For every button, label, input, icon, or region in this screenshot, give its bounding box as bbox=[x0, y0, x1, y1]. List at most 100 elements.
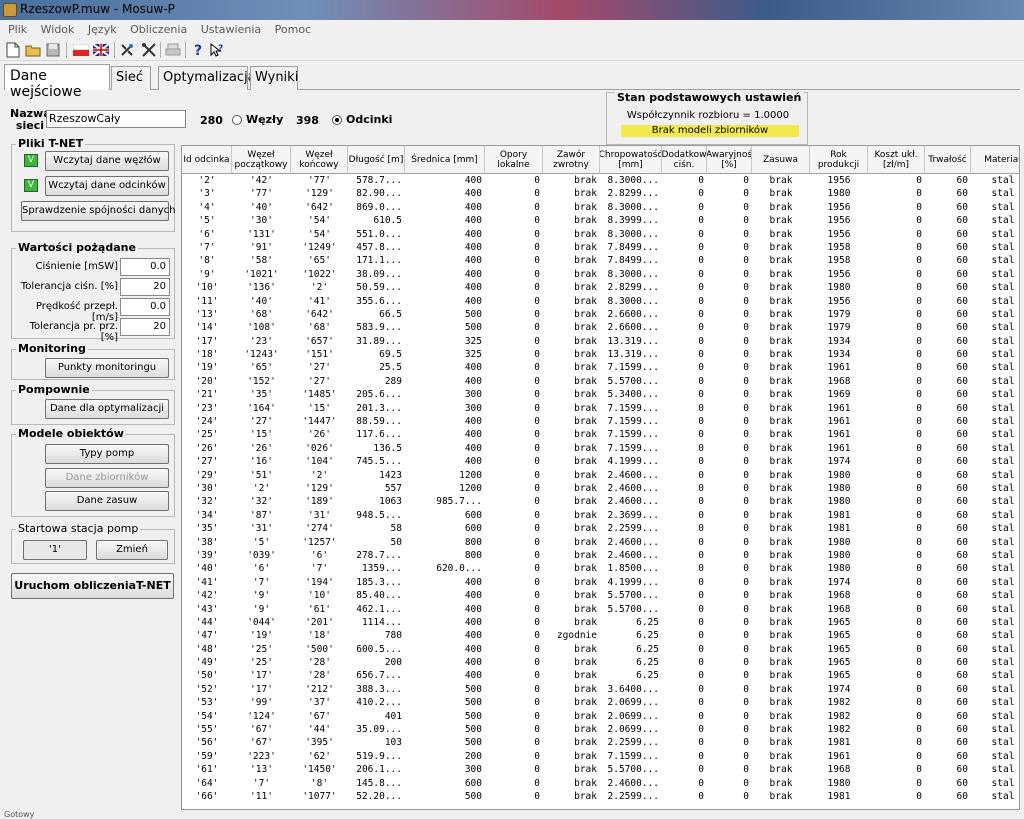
table-cell[interactable]: 145.8... bbox=[348, 777, 405, 790]
table-row[interactable]: '66' '11' '1077' 52.20... 500 0 brak 2.2599... 0… bbox=[182, 790, 1019, 803]
table-cell[interactable]: 103 bbox=[348, 736, 405, 749]
menu-jezyk[interactable]: Język bbox=[83, 20, 122, 39]
table-cell[interactable]: '35' bbox=[232, 388, 291, 401]
table-cell[interactable]: 0 bbox=[707, 201, 752, 214]
table-cell[interactable]: stal bbox=[971, 281, 1019, 294]
table-cell[interactable]: stal bbox=[971, 576, 1019, 589]
table-cell[interactable]: 0 bbox=[485, 228, 543, 241]
table-cell[interactable]: 0 bbox=[485, 750, 543, 763]
table-cell[interactable]: brak bbox=[543, 696, 600, 709]
table-cell[interactable]: '026' bbox=[291, 442, 348, 455]
column-header[interactable]: Id odcinka bbox=[182, 146, 232, 174]
table-cell[interactable]: 0 bbox=[485, 603, 543, 616]
table-cell[interactable]: brak bbox=[752, 562, 810, 575]
table-cell[interactable]: 0 bbox=[485, 643, 543, 656]
table-cell[interactable]: '34' bbox=[182, 509, 232, 522]
table-cell[interactable]: stal bbox=[971, 469, 1019, 482]
segments-table[interactable]: Id odcinka Węzeł początkowy Węzeł końcowy D… bbox=[181, 145, 1020, 810]
table-row[interactable]: '34' '87' '31' 948.5... 600 0 brak 2.3699... 0 0 b… bbox=[182, 509, 1019, 522]
table-cell[interactable]: '41' bbox=[182, 576, 232, 589]
table-cell[interactable]: 600 bbox=[405, 522, 485, 535]
table-cell[interactable]: brak bbox=[543, 509, 600, 522]
table-cell[interactable]: '13' bbox=[232, 763, 291, 776]
table-cell[interactable]: 1.8500... bbox=[600, 562, 662, 575]
table-cell[interactable]: 0 bbox=[868, 201, 925, 214]
column-header[interactable]: Węzeł początkowy bbox=[232, 146, 291, 174]
table-cell[interactable]: 0 bbox=[662, 308, 707, 321]
table-cell[interactable]: 0 bbox=[662, 321, 707, 334]
table-cell[interactable]: '65' bbox=[291, 254, 348, 267]
table-cell[interactable]: 400 bbox=[405, 603, 485, 616]
menu-pomoc[interactable]: Pomoc bbox=[270, 20, 316, 39]
table-cell[interactable]: brak bbox=[752, 536, 810, 549]
table-cell[interactable]: 6.25 bbox=[600, 629, 662, 642]
table-cell[interactable]: 0 bbox=[707, 576, 752, 589]
table-cell[interactable]: stal bbox=[971, 536, 1019, 549]
table-cell[interactable]: 0 bbox=[868, 174, 925, 187]
table-cell[interactable]: 60 bbox=[925, 241, 971, 254]
table-cell[interactable]: brak bbox=[543, 254, 600, 267]
table-cell[interactable]: 0 bbox=[707, 643, 752, 656]
table-cell[interactable]: brak bbox=[752, 589, 810, 602]
table-cell[interactable]: 300 bbox=[405, 402, 485, 415]
column-header[interactable]: Zawór zwrotny bbox=[543, 146, 600, 174]
table-cell[interactable]: 1965 bbox=[810, 669, 868, 682]
table-cell[interactable]: stal bbox=[971, 187, 1019, 200]
table-cell[interactable]: 6.25 bbox=[600, 656, 662, 669]
table-row[interactable]: '32' '32' '189' 1063 985.7... 0 brak 2.4600... 0… bbox=[182, 495, 1019, 508]
table-cell[interactable]: '13' bbox=[182, 308, 232, 321]
table-cell[interactable]: 0 bbox=[707, 228, 752, 241]
table-cell[interactable]: '43' bbox=[182, 603, 232, 616]
table-cell[interactable]: brak bbox=[752, 509, 810, 522]
table-row[interactable]: '44' '044' '201' 1114... 400 0 brak 6.25 0 0 brak 1… bbox=[182, 616, 1019, 629]
table-cell[interactable]: brak bbox=[543, 777, 600, 790]
table-cell[interactable]: 0 bbox=[485, 268, 543, 281]
table-cell[interactable]: 400 bbox=[405, 254, 485, 267]
table-cell[interactable]: '129' bbox=[291, 482, 348, 495]
table-row[interactable]: '13' '68' '642' 66.5 500 0 brak 2.6600... 0 0 brak… bbox=[182, 308, 1019, 321]
table-cell[interactable]: stal bbox=[971, 455, 1019, 468]
table-cell[interactable]: brak bbox=[543, 750, 600, 763]
table-cell[interactable]: 0 bbox=[707, 321, 752, 334]
network-tool-icon[interactable] bbox=[118, 41, 136, 59]
table-cell[interactable]: 1968 bbox=[810, 375, 868, 388]
table-cell[interactable]: brak bbox=[543, 348, 600, 361]
table-cell[interactable]: 1982 bbox=[810, 710, 868, 723]
table-row[interactable]: '61' '13' '1450' 206.1... 300 0 brak 5.5700... 0… bbox=[182, 763, 1019, 776]
table-cell[interactable]: brak bbox=[752, 254, 810, 267]
table-cell[interactable]: 60 bbox=[925, 402, 971, 415]
table-cell[interactable]: 0 bbox=[868, 428, 925, 441]
table-cell[interactable]: 50.59... bbox=[348, 281, 405, 294]
table-cell[interactable]: '66' bbox=[182, 790, 232, 803]
table-cell[interactable]: 2.4600... bbox=[600, 469, 662, 482]
table-cell[interactable]: 0 bbox=[868, 348, 925, 361]
table-cell[interactable]: 0 bbox=[662, 174, 707, 187]
table-cell[interactable]: 4.1999... bbox=[600, 455, 662, 468]
table-cell[interactable]: 0 bbox=[868, 214, 925, 227]
table-cell[interactable]: '49' bbox=[182, 656, 232, 669]
table-cell[interactable]: '1022' bbox=[291, 268, 348, 281]
table-cell[interactable]: 0 bbox=[485, 736, 543, 749]
table-cell[interactable]: 5.5700... bbox=[600, 589, 662, 602]
table-cell[interactable]: 1968 bbox=[810, 589, 868, 602]
valves-data-button[interactable]: Dane zasuw bbox=[45, 491, 169, 511]
table-cell[interactable]: 0 bbox=[662, 187, 707, 200]
table-cell[interactable]: 0 bbox=[868, 415, 925, 428]
table-cell[interactable]: 0 bbox=[868, 790, 925, 803]
table-cell[interactable]: '189' bbox=[291, 495, 348, 508]
table-cell[interactable]: 2.8299... bbox=[600, 187, 662, 200]
table-cell[interactable]: '1077' bbox=[291, 790, 348, 803]
table-cell[interactable]: 0 bbox=[868, 669, 925, 682]
table-cell[interactable]: 0 bbox=[662, 295, 707, 308]
table-cell[interactable]: '11' bbox=[182, 295, 232, 308]
table-cell[interactable]: 400 bbox=[405, 268, 485, 281]
table-cell[interactable]: 8.3000... bbox=[600, 268, 662, 281]
table-cell[interactable]: brak bbox=[543, 308, 600, 321]
table-cell[interactable]: brak bbox=[752, 683, 810, 696]
column-header[interactable]: Materiał bbox=[971, 146, 1019, 174]
table-cell[interactable]: 0 bbox=[707, 187, 752, 200]
table-cell[interactable]: 400 bbox=[405, 576, 485, 589]
table-cell[interactable]: 400 bbox=[405, 428, 485, 441]
table-cell[interactable]: 60 bbox=[925, 388, 971, 401]
table-cell[interactable]: '1485' bbox=[291, 388, 348, 401]
